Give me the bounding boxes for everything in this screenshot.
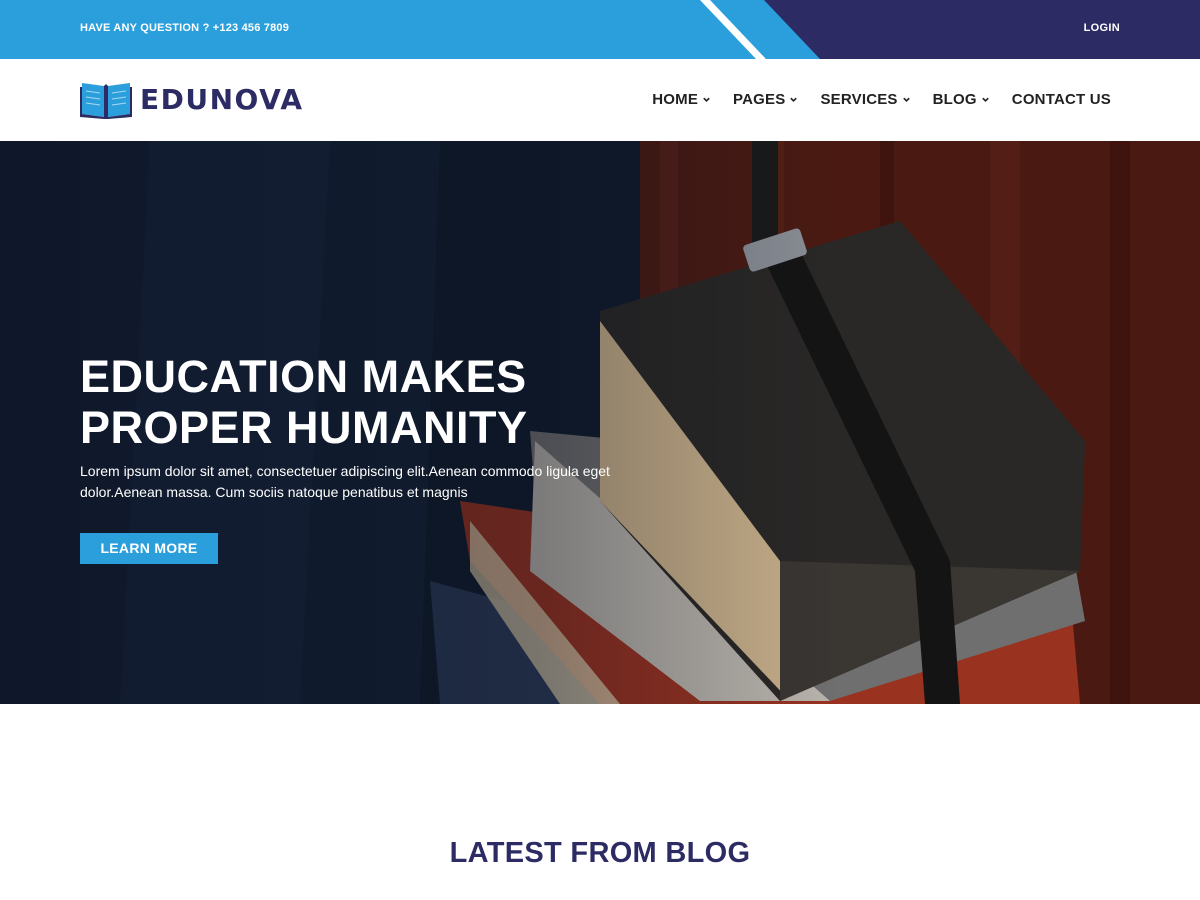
nav-item-label: BLOG xyxy=(932,91,977,108)
nav-item-home[interactable]: HOME xyxy=(652,91,711,108)
chevron-down-icon xyxy=(902,97,910,102)
nav-item-services[interactable]: SERVICES xyxy=(820,91,910,108)
main-nav: HOME PAGES SERVICES BLOG CONTACT US xyxy=(652,91,1111,108)
nav-item-label: PAGES xyxy=(733,91,786,108)
blog-section: LATEST FROM BLOG xyxy=(0,704,1200,900)
nav-item-label: SERVICES xyxy=(820,91,898,108)
nav-item-pages[interactable]: PAGES xyxy=(733,91,798,108)
chevron-down-icon xyxy=(982,97,989,102)
site-header: EDUNOVA HOME PAGES SERVICES BLOG CONTACT… xyxy=(0,59,1200,141)
hero-description-line-1: Lorem ipsum dolor sit amet, consectetuer… xyxy=(80,463,610,479)
chevron-down-icon xyxy=(703,97,710,102)
topbar: HAVE ANY QUESTION ? +123 456 7809 LOGIN xyxy=(0,0,1200,59)
nav-item-contact-us[interactable]: CONTACT US xyxy=(1012,91,1111,108)
hero-description: Lorem ipsum dolor sit amet, consectetuer… xyxy=(80,461,620,503)
hero-content: EDUCATION MAKES PROPER HUMANITY Lorem ip… xyxy=(80,351,640,564)
nav-item-label: CONTACT US xyxy=(1011,91,1111,108)
nav-item-label: HOME xyxy=(652,91,699,108)
hero-description-line-2: dolor.Aenean massa. Cum sociis natoque p… xyxy=(80,484,468,500)
site-logo[interactable]: EDUNOVA xyxy=(80,79,304,119)
learn-more-button[interactable]: LEARN MORE xyxy=(80,533,218,564)
login-link[interactable]: LOGIN xyxy=(1084,22,1120,34)
open-book-icon xyxy=(80,83,132,119)
blog-section-title: LATEST FROM BLOG xyxy=(449,837,751,869)
hero-title-line-1: EDUCATION MAKES xyxy=(80,351,527,402)
hero-title: EDUCATION MAKES PROPER HUMANITY xyxy=(80,351,640,453)
hero-banner: EDUCATION MAKES PROPER HUMANITY Lorem ip… xyxy=(0,141,1200,704)
contact-question-text: HAVE ANY QUESTION ? +123 456 7809 xyxy=(80,22,290,34)
topbar-dark-panel xyxy=(764,0,1200,59)
logo-text: EDUNOVA xyxy=(140,82,304,116)
hero-title-line-2: PROPER HUMANITY xyxy=(80,402,528,453)
nav-item-blog[interactable]: BLOG xyxy=(933,91,990,108)
chevron-down-icon xyxy=(790,97,798,102)
